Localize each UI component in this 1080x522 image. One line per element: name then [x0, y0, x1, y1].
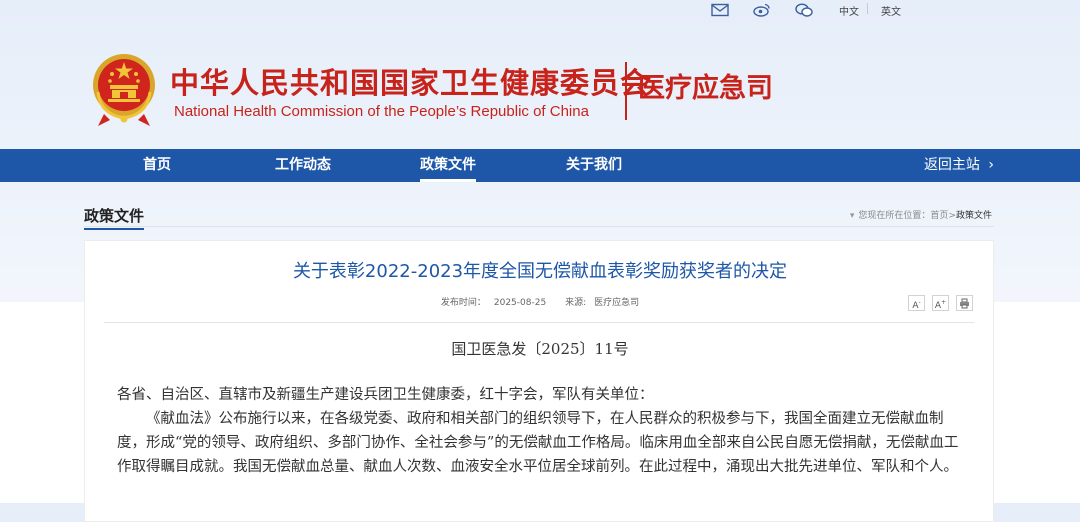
font-increase-button[interactable]: A+	[932, 295, 949, 311]
top-utility-bar: 中文 英文	[0, 0, 1080, 20]
org-name-english: National Health Commission of the People…	[174, 103, 589, 120]
document-number: 国卫医急发〔2025〕11号	[451, 340, 629, 358]
print-button[interactable]	[956, 295, 973, 311]
nav-item-home[interactable]: 首页	[143, 149, 171, 182]
return-main-site-label: 返回主站	[923, 157, 980, 173]
breadcrumb-prefix: 您现在所在位置：	[858, 211, 931, 221]
chevron-right-icon: ›	[988, 157, 994, 173]
national-emblem-logo[interactable]	[90, 52, 158, 128]
lang-divider	[867, 3, 868, 14]
source-value: 医疗应急司	[594, 298, 640, 308]
main-nav: 首页 工作动态 政策文件 关于我们 返回主站 ›	[0, 149, 1080, 182]
nav-item-policy-documents[interactable]: 政策文件	[420, 149, 476, 182]
mail-icon[interactable]	[711, 2, 729, 17]
wechat-icon[interactable]	[795, 2, 813, 17]
lang-chinese-link[interactable]: 中文	[839, 3, 859, 18]
nav-item-about-us[interactable]: 关于我们	[566, 149, 622, 182]
location-pin-icon: ▾	[849, 211, 855, 221]
article-divider	[104, 322, 974, 323]
publish-label: 发布时间：	[440, 298, 486, 308]
source-label: 来源:	[565, 298, 587, 308]
article-body: 各省、自治区、直辖市及新疆生产建设兵团卫生健康委，红十字会，军队有关单位： 《献…	[117, 383, 969, 479]
breadcrumb-home-link[interactable]: 首页	[930, 211, 948, 221]
print-icon	[960, 298, 969, 309]
nav-item-work-news[interactable]: 工作动态	[275, 149, 331, 182]
return-main-site-link[interactable]: 返回主站 ›	[924, 149, 994, 182]
breadcrumb-separator: >	[948, 211, 956, 221]
section-divider	[84, 226, 994, 227]
breadcrumb: ▾ 您现在所在位置：首页>政策文件	[850, 208, 992, 221]
org-name-chinese: 中华人民共和国国家卫生健康委员会	[170, 66, 651, 100]
weibo-icon[interactable]	[753, 2, 771, 17]
article-paragraph: 《献血法》公布施行以来，在各级党委、政府和相关部门的组织领导下，在人民群众的积极…	[117, 411, 959, 475]
font-decrease-button[interactable]: A-	[908, 295, 925, 311]
article-paragraph: 各省、自治区、直辖市及新疆生产建设兵团卫生健康委，红十字会，军队有关单位：	[117, 387, 654, 403]
department-name: 医疗应急司	[638, 73, 773, 104]
breadcrumb-current: 政策文件	[955, 211, 992, 221]
article-title: 关于表彰2022-2023年度全国无偿献血表彰奖励获奖者的决定	[292, 261, 788, 282]
lang-english-link[interactable]: 英文	[881, 3, 901, 18]
publish-date: 2025-08-25	[493, 298, 547, 308]
header-divider	[625, 62, 627, 120]
